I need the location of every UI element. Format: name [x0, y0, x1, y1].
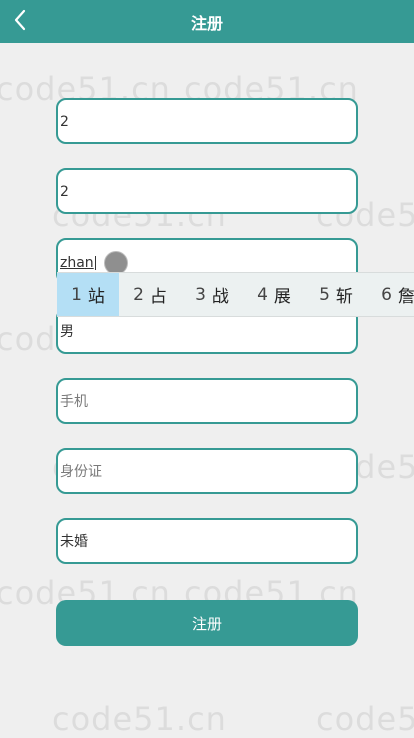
gender-value: 男: [60, 324, 74, 340]
id-card-placeholder: 身份证: [60, 464, 102, 480]
ime-candidate-bar: 1站 2占 3战 4展 5斩 6詹: [57, 272, 414, 317]
watermark: code51.cn: [52, 700, 227, 738]
register-button[interactable]: 注册: [56, 600, 358, 646]
text-cursor: [94, 256, 96, 270]
id-card-field[interactable]: 身份证: [56, 448, 358, 494]
ime-candidate[interactable]: 4展: [243, 273, 305, 316]
marital-status-field[interactable]: 未婚: [56, 518, 358, 564]
app-header: 注册: [0, 0, 414, 43]
username-value: 2: [60, 114, 69, 130]
watermark: code51.cn: [316, 700, 414, 738]
password-value: 2: [60, 184, 69, 200]
phone-placeholder: 手机: [60, 394, 88, 410]
password-field[interactable]: 2: [56, 168, 358, 214]
marital-status-value: 未婚: [60, 534, 88, 550]
page-title: 注册: [190, 13, 223, 33]
ime-candidate[interactable]: 3战: [181, 273, 243, 316]
ime-candidate[interactable]: 2占: [119, 273, 181, 316]
ime-candidate[interactable]: 1站: [57, 273, 119, 316]
name-composing-text: zhan: [60, 255, 94, 271]
ime-candidate[interactable]: 6詹: [367, 273, 414, 316]
ime-candidate[interactable]: 5斩: [305, 273, 367, 316]
username-field[interactable]: 2: [56, 98, 358, 144]
phone-field[interactable]: 手机: [56, 378, 358, 424]
